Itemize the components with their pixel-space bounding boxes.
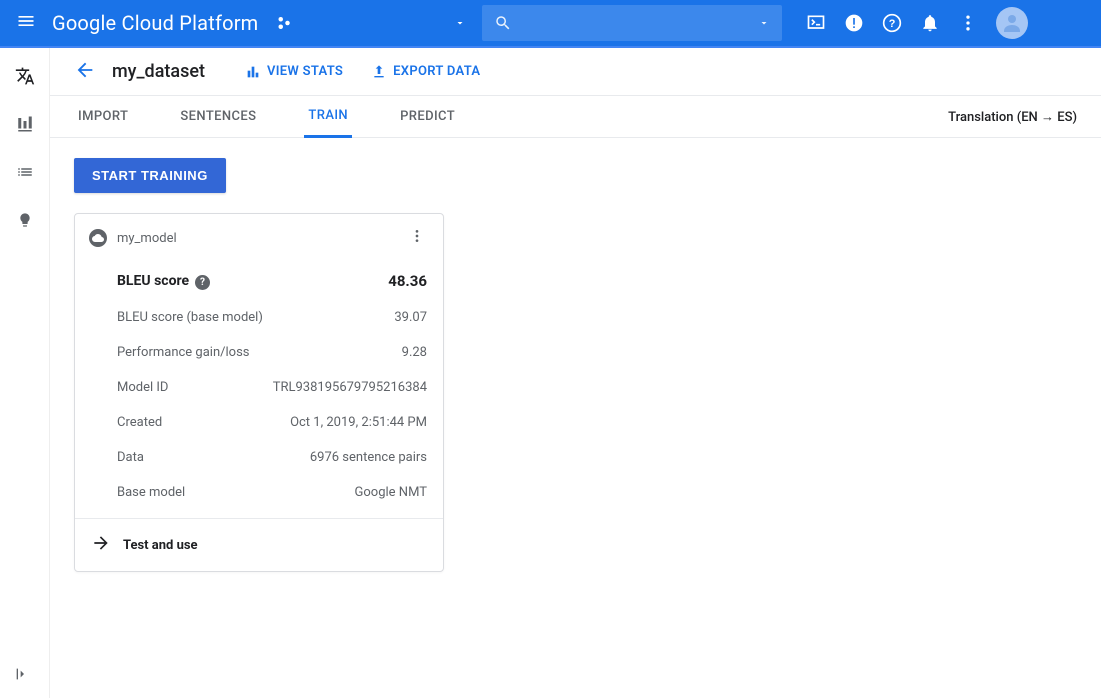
subheader: my_dataset VIEW STATS EXPORT DATA <box>50 48 1101 96</box>
test-and-use-button[interactable]: Test and use <box>75 518 443 571</box>
bar-chart-icon <box>245 64 261 80</box>
model-card: my_model BLEU score? 48.36 BLEU score (b… <box>74 213 444 572</box>
row-data: Data 6976 sentence pairs <box>117 440 443 475</box>
more-icon[interactable] <box>958 13 978 33</box>
lightbulb-icon[interactable] <box>15 210 35 230</box>
row-gain: Performance gain/loss 9.28 <box>117 335 443 370</box>
back-button[interactable] <box>74 59 96 85</box>
project-selector-icon[interactable] <box>274 14 292 32</box>
tabs: IMPORT SENTENCES TRAIN PREDICT Translati… <box>50 96 1101 138</box>
row-model-id: Model ID TRL938195679795216384 <box>117 370 443 405</box>
dataset-title: my_dataset <box>112 61 205 82</box>
svg-text:?: ? <box>889 18 896 30</box>
project-dropdown[interactable] <box>304 17 474 29</box>
row-bleu-score: BLEU score? 48.36 <box>117 262 443 300</box>
row-base-model: Base model Google NMT <box>117 475 443 510</box>
brand-title: Google Cloud Platform <box>52 11 258 35</box>
card-header: my_model <box>75 214 443 256</box>
export-data-button[interactable]: EXPORT DATA <box>371 64 480 80</box>
cloud-shell-icon[interactable] <box>806 13 826 33</box>
help-icon[interactable]: ? <box>882 13 902 33</box>
account-avatar[interactable] <box>996 7 1028 39</box>
start-training-button[interactable]: START TRAINING <box>74 158 226 193</box>
topbar-right-icons: ? <box>806 7 1028 39</box>
notifications-icon[interactable] <box>920 13 940 33</box>
search-dropdown-icon[interactable] <box>758 17 770 29</box>
expand-sidebar-icon[interactable] <box>14 666 30 686</box>
datasets-icon[interactable] <box>15 114 35 134</box>
tab-import[interactable]: IMPORT <box>74 96 132 137</box>
cloud-icon <box>89 229 107 247</box>
content-area: START TRAINING my_model BLEU score? 48.3… <box>50 138 1101 592</box>
arrow-right-icon <box>91 533 111 557</box>
alert-icon[interactable] <box>844 13 864 33</box>
translate-icon[interactable] <box>15 66 35 86</box>
row-created: Created Oct 1, 2019, 2:51:44 PM <box>117 405 443 440</box>
search-icon <box>494 14 512 32</box>
tab-sentences[interactable]: SENTENCES <box>176 96 260 137</box>
model-name: my_model <box>117 231 405 246</box>
main-content: my_dataset VIEW STATS EXPORT DATA IMPORT… <box>50 48 1101 698</box>
menu-icon[interactable] <box>16 11 40 35</box>
tab-train[interactable]: TRAIN <box>304 97 352 138</box>
translation-label: Translation (EN → ES) <box>948 109 1077 125</box>
row-bleu-base: BLEU score (base model) 39.07 <box>117 300 443 335</box>
help-icon[interactable]: ? <box>195 275 210 290</box>
tab-predict[interactable]: PREDICT <box>396 96 459 137</box>
topbar: Google Cloud Platform ? <box>0 0 1101 48</box>
card-menu-icon[interactable] <box>405 228 429 248</box>
sidebar <box>0 48 50 698</box>
card-body: BLEU score? 48.36 BLEU score (base model… <box>75 256 443 518</box>
list-icon[interactable] <box>15 162 35 182</box>
export-icon <box>371 64 387 80</box>
search-bar[interactable] <box>482 5 782 41</box>
view-stats-button[interactable]: VIEW STATS <box>245 64 343 80</box>
